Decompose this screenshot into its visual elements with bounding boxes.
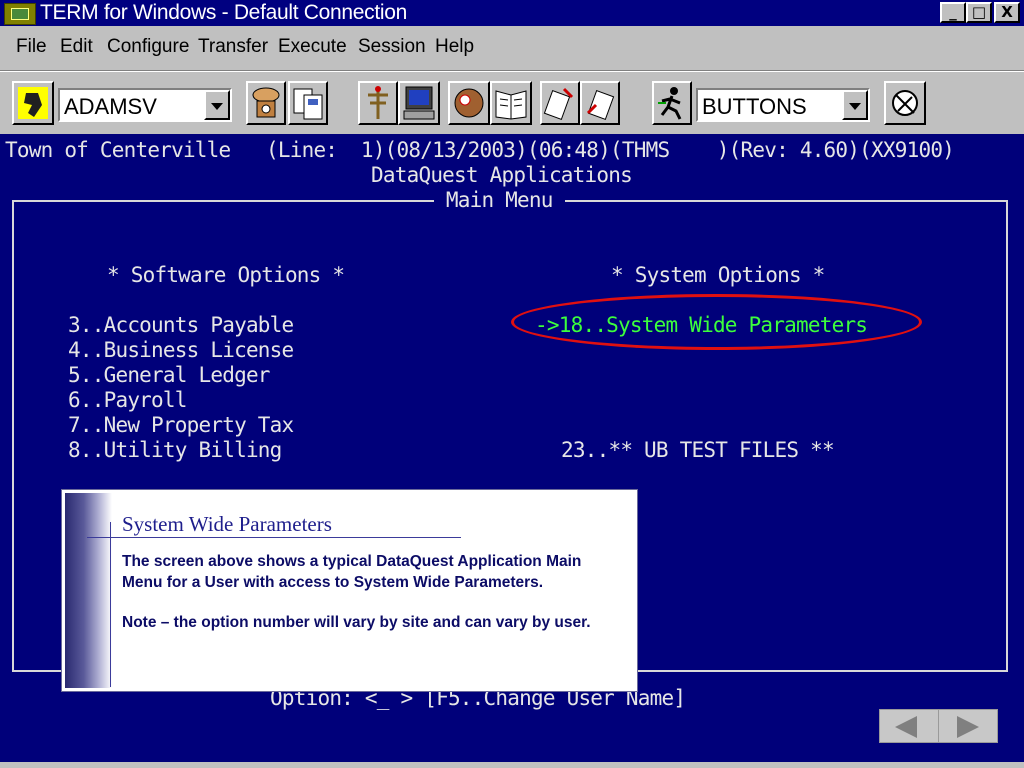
menu-option-business-license[interactable]: 4..Business License <box>68 338 294 363</box>
antenna-icon <box>368 86 388 119</box>
maximize-button[interactable]: □ <box>966 2 992 23</box>
right-arrow-icon <box>957 716 979 738</box>
menu-edit[interactable]: Edit <box>60 36 93 58</box>
computer-button[interactable] <box>398 81 440 125</box>
title-bar: TERM for Windows - Default Connection _ … <box>0 0 1024 26</box>
send-file-button[interactable] <box>540 81 580 125</box>
receive-file-button[interactable] <box>580 81 620 125</box>
menu-transfer[interactable]: Transfer <box>198 36 268 58</box>
menu-title: Main Menu <box>434 188 565 213</box>
software-options-header: * Software Options * <box>107 263 345 287</box>
status-line: Town of Centerville (Line: 1)(08/13/2003… <box>5 138 955 162</box>
app-icon[interactable] <box>4 3 36 25</box>
menu-bar: File Edit Configure Transfer Execute Ses… <box>0 26 1024 71</box>
callout-box: System Wide Parameters The screen above … <box>61 489 638 692</box>
computer-icon <box>403 86 435 120</box>
close-button[interactable]: X <box>994 2 1020 23</box>
connect-button[interactable] <box>12 81 54 125</box>
send-file-icon <box>543 87 574 120</box>
connect-icon <box>18 87 48 119</box>
callout-stripe <box>65 493 112 688</box>
settings-icon <box>892 90 918 116</box>
chevron-down-icon[interactable] <box>842 90 868 120</box>
menu-configure[interactable]: Configure <box>107 36 189 58</box>
minimize-button[interactable]: _ <box>940 2 966 23</box>
connection-combobox[interactable]: ADAMSV <box>58 88 232 122</box>
menu-option-accounts-payable[interactable]: 3..Accounts Payable <box>68 313 294 338</box>
book-button[interactable] <box>490 81 532 125</box>
toolbar: ADAMSV BUTTONS <box>0 71 1024 134</box>
menu-execute[interactable]: Execute <box>278 36 347 58</box>
menu-session[interactable]: Session <box>358 36 426 58</box>
callout-rule <box>87 537 461 538</box>
antenna-button[interactable] <box>358 81 398 125</box>
left-arrow-icon <box>895 716 917 738</box>
receive-file-icon <box>586 90 615 120</box>
menu-option-new-property-tax[interactable]: 7..New Property Tax <box>68 413 294 438</box>
menu-option-payroll[interactable]: 6..Payroll <box>68 388 187 413</box>
next-button[interactable] <box>938 709 998 743</box>
window-title: TERM for Windows - Default Connection <box>40 1 408 24</box>
glove-button[interactable] <box>448 81 490 125</box>
phone-button[interactable] <box>246 81 286 125</box>
window-border <box>0 762 1024 768</box>
previous-button[interactable] <box>879 709 939 743</box>
run-icon <box>658 87 682 120</box>
menu-help[interactable]: Help <box>435 36 474 58</box>
buttons-combobox[interactable]: BUTTONS <box>696 88 870 122</box>
app-title: DataQuest Applications <box>371 163 633 187</box>
menu-option-general-ledger[interactable]: 5..General Ledger <box>68 363 270 388</box>
phone-icon <box>252 87 280 118</box>
highlight-circle <box>511 294 922 350</box>
baseball-glove-icon <box>454 88 484 118</box>
buttons-value: BUTTONS <box>702 94 807 119</box>
run-button[interactable] <box>652 81 692 125</box>
copy-button[interactable] <box>288 81 328 125</box>
copy-icon <box>293 88 323 120</box>
menu-file[interactable]: File <box>16 36 47 58</box>
callout-paragraph: The screen above shows a typical DataQue… <box>122 553 582 591</box>
connection-value: ADAMSV <box>64 94 157 119</box>
menu-option-utility-billing[interactable]: 8..Utility Billing <box>68 438 282 463</box>
settings-button[interactable] <box>884 81 926 125</box>
book-icon <box>495 90 527 120</box>
callout-note: Note – the option number will vary by si… <box>122 614 591 631</box>
menu-option-ub-test-files[interactable]: 23..** UB TEST FILES ** <box>561 438 835 463</box>
chevron-down-icon[interactable] <box>204 90 230 120</box>
callout-body: The screen above shows a typical DataQue… <box>122 552 622 634</box>
callout-title: System Wide Parameters <box>122 512 332 536</box>
system-options-header: * System Options * <box>611 263 825 287</box>
callout-divider <box>110 522 111 687</box>
